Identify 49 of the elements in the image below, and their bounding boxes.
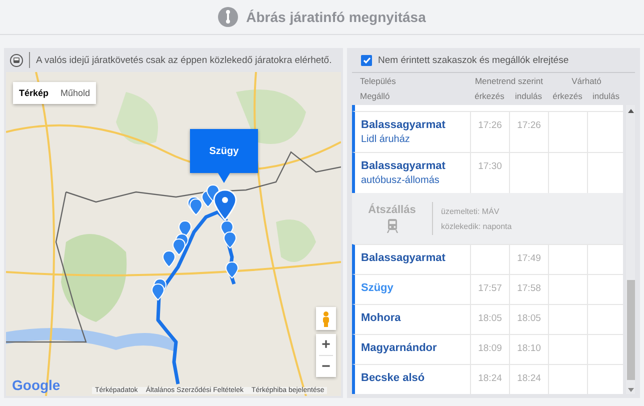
column-header: Menetrend szerint: [474, 76, 544, 86]
column-header: Várható: [570, 76, 602, 86]
notice-text: A valós idejű járatkövetés csak az éppen közlekedő járatokra elérhető.: [36, 54, 332, 66]
checkbox-label: Nem érintett szakaszok és megállók elrejtése: [378, 54, 569, 66]
map-type-tab[interactable]: Műhold: [54, 82, 96, 104]
scroll-down-icon: [628, 388, 634, 392]
time-cell: 17:49: [517, 253, 541, 264]
map-type-tab[interactable]: Térkép: [13, 82, 55, 104]
time-cell: 18:24: [517, 373, 541, 384]
time-cell: 17:57: [478, 283, 502, 294]
stop-detail: Lidl áruház: [361, 134, 411, 145]
time-cell: 18:09: [478, 343, 502, 354]
stop-detail: autóbusz-állomás: [361, 175, 440, 186]
train-icon: [386, 219, 398, 233]
column-header: érkezés: [474, 90, 506, 100]
stop-name[interactable]: Magyarnándor: [361, 342, 470, 354]
zoom-in-button[interactable]: +: [316, 334, 336, 355]
transfer-label: Átszállás: [368, 204, 416, 216]
time-cell: 17:26: [517, 120, 541, 131]
stop-name[interactable]: Becske alsó: [361, 372, 470, 384]
time-cell: 18:05: [517, 313, 541, 324]
stop-name[interactable]: Mohora: [361, 312, 470, 324]
time-cell: 17:26: [478, 120, 502, 131]
zoom-out-button[interactable]: −: [316, 356, 336, 377]
time-cell: 18:10: [517, 343, 541, 354]
map-popup: Szügy: [190, 129, 258, 173]
checkbox[interactable]: [361, 54, 372, 66]
stop-name[interactable]: Balassagyarmat: [361, 119, 470, 131]
column-header: indulás: [592, 90, 620, 100]
stop-name[interactable]: Balassagyarmat: [361, 160, 470, 172]
time-cell: 18:05: [478, 313, 502, 324]
column-header: érkezés: [552, 90, 584, 100]
info-icon: [218, 7, 238, 27]
time-cell: 17:58: [517, 283, 541, 294]
column-header: Település: [359, 76, 397, 86]
time-cell: 17:30: [478, 161, 502, 172]
popup-pointer-icon: [218, 173, 230, 183]
time-cell: 18:24: [478, 373, 502, 384]
column-header: indulás: [514, 90, 543, 100]
street-view-button[interactable]: [316, 307, 336, 330]
person-icon: [322, 310, 330, 326]
scroll-up-icon: [628, 109, 634, 113]
schedule-text: közlekedik: naponta: [441, 222, 512, 230]
scrollbar[interactable]: [626, 105, 635, 394]
column-header: Megálló: [359, 90, 391, 100]
bus-icon: [10, 54, 23, 66]
stop-name[interactable]: Balassagyarmat: [361, 252, 470, 264]
check-icon: [362, 56, 370, 64]
operator-text: üzemelteti: MÁV: [441, 206, 500, 216]
